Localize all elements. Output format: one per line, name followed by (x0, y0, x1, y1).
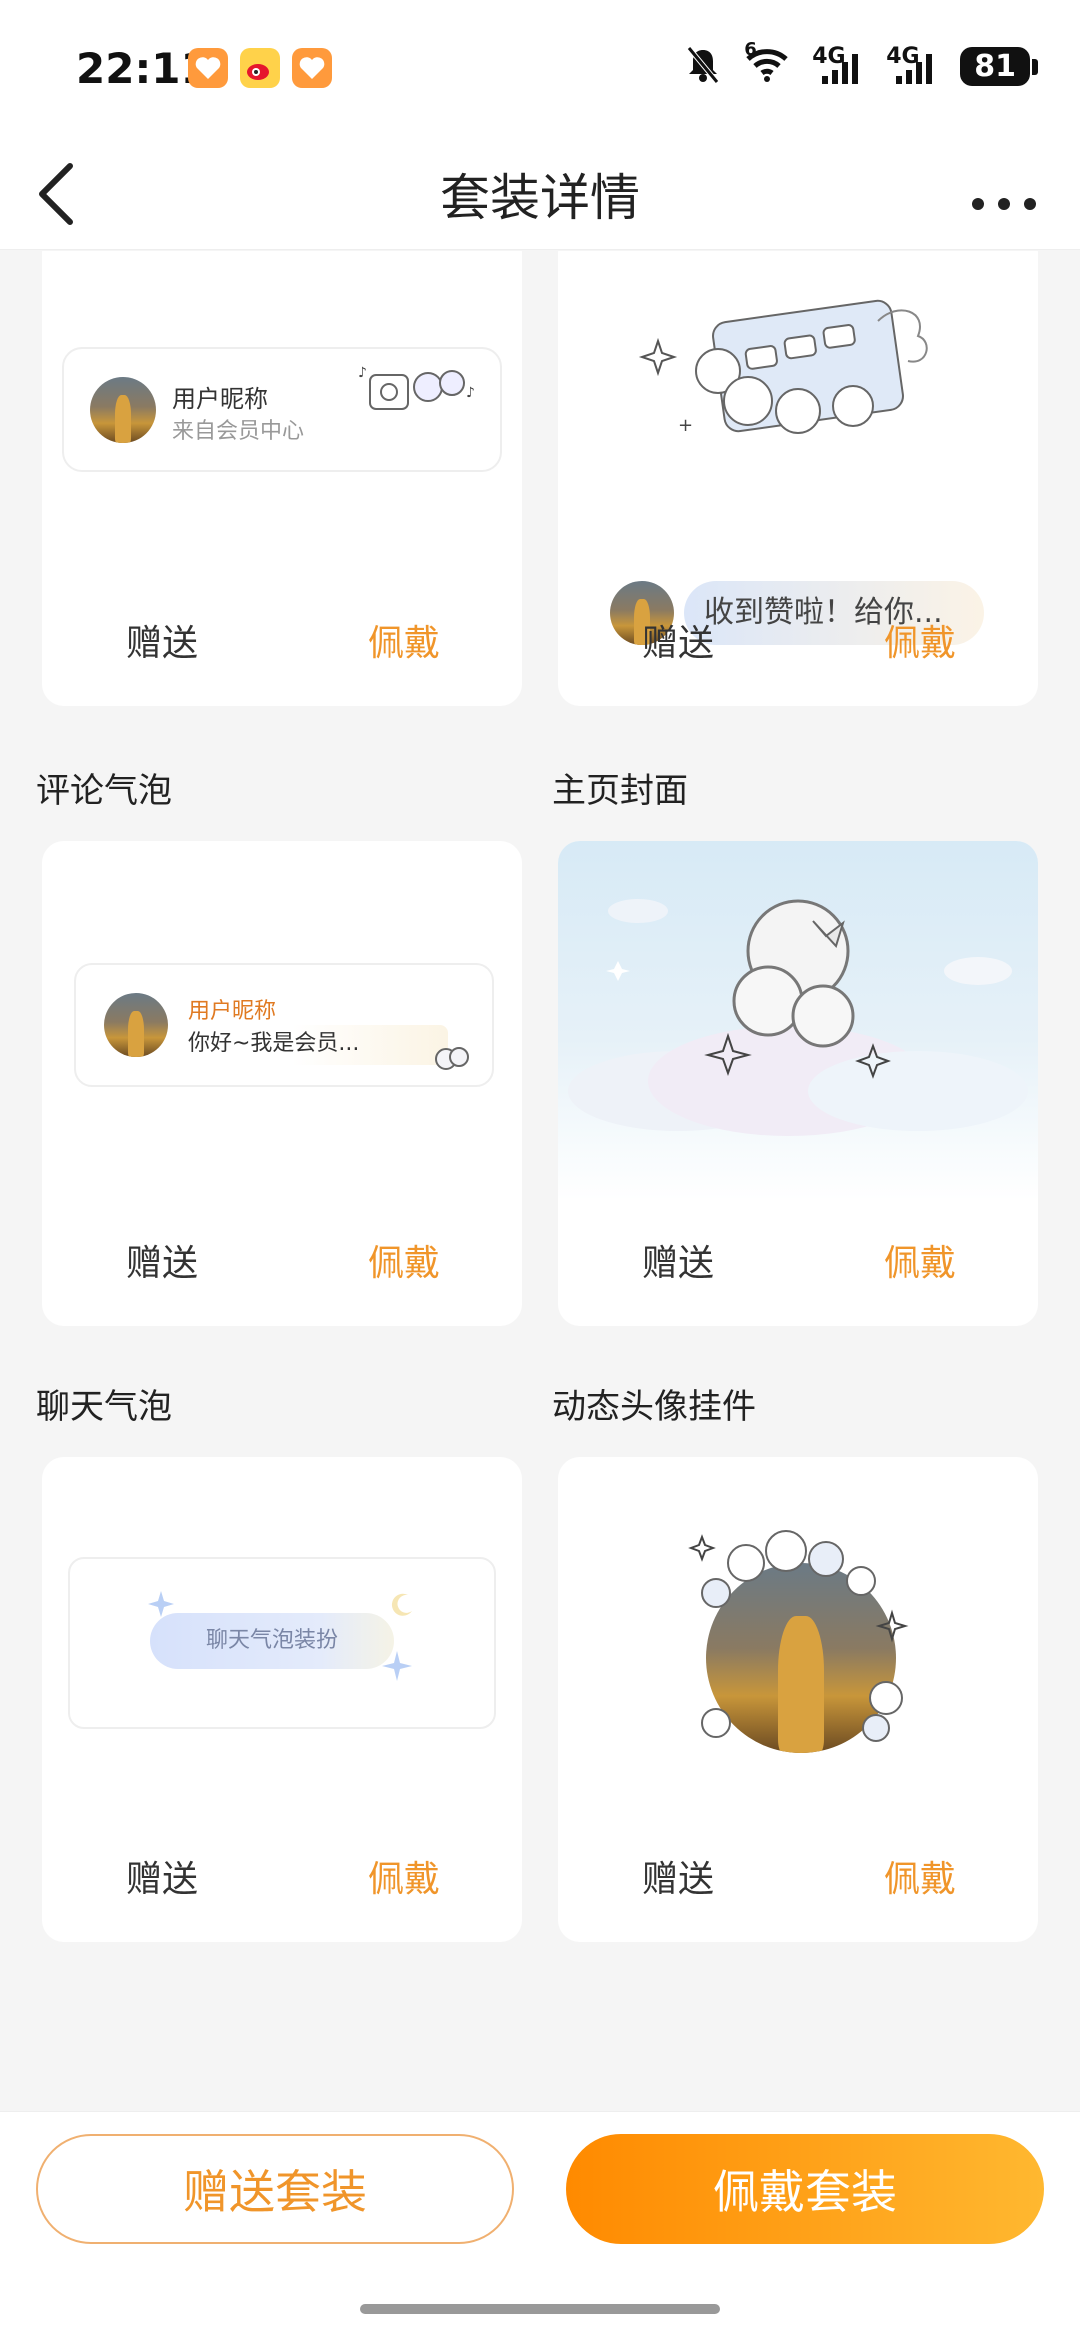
wear-button[interactable]: 佩戴 (368, 1234, 440, 1286)
svg-text:+: + (678, 415, 693, 436)
wear-button[interactable]: 佩戴 (368, 1850, 440, 1902)
weibo-icon (240, 48, 280, 88)
suite-item-card-home-cover: 赠送 佩戴 (558, 841, 1038, 1326)
card-actions: 赠送 佩戴 (558, 614, 1038, 670)
section-title-avatar-pendant: 动态头像挂件 (552, 1387, 756, 1427)
svg-text:♪: ♪ (466, 385, 475, 401)
gift-suite-button[interactable]: 赠送套装 (36, 2134, 514, 2244)
like-card-illustration: + (628, 281, 958, 461)
gift-button[interactable]: 赠送 (642, 1234, 714, 1286)
gift-button[interactable]: 赠送 (126, 1850, 198, 1902)
page-title: 套装详情 (440, 169, 640, 227)
nav-bar: 套装详情 (0, 140, 1080, 250)
profile-card-preview: 用户昵称 来自会员中心 ♪ ♪ (62, 347, 502, 472)
gift-button[interactable]: 赠送 (126, 614, 198, 666)
sparkle-icon (146, 1589, 176, 1619)
signal-icon: 4G (812, 46, 864, 86)
card-actions: 赠送 佩戴 (558, 1234, 1038, 1290)
card-actions: 赠送 佩戴 (42, 614, 522, 670)
card-actions: 赠送 佩戴 (42, 1850, 522, 1906)
wear-button[interactable]: 佩戴 (368, 614, 440, 666)
gift-button[interactable]: 赠送 (126, 1234, 198, 1286)
heart-app-icon (188, 48, 228, 88)
page: 22:11 6 4G 4G 81 套装详情 用户昵称 来自会员中心 ♪ ♪ 赠送… (0, 0, 1080, 2337)
section-title-home-cover: 主页封面 (552, 771, 688, 811)
suite-item-card: 用户昵称 来自会员中心 ♪ ♪ 赠送 佩戴 (42, 251, 522, 706)
decoration-sticker-icon (432, 1039, 472, 1075)
home-cover-image (558, 841, 1038, 1201)
battery-icon: 81 (960, 46, 1038, 86)
card-actions: 赠送 佩戴 (42, 1234, 522, 1290)
status-indicators: 6 4G 4G 81 (684, 41, 1038, 88)
wear-button[interactable]: 佩戴 (884, 1850, 956, 1902)
moon-icon (388, 1591, 416, 1619)
avatar (104, 993, 168, 1057)
wifi-icon: 6 (744, 41, 790, 87)
chat-bubble-sample: 聊天气泡装扮 (150, 1613, 394, 1669)
signal-icon: 4G (886, 46, 938, 86)
wear-button[interactable]: 佩戴 (884, 614, 956, 666)
comment-nickname: 用户昵称 (188, 999, 277, 1024)
suite-item-card-chat-bubble: 聊天气泡装扮 赠送 佩戴 (42, 1457, 522, 1942)
avatar-pendant-preview (686, 1523, 916, 1763)
bottom-action-bar: 赠送套装 佩戴套装 (0, 2111, 1080, 2337)
svg-text:♪: ♪ (358, 365, 367, 381)
more-dots-icon[interactable] (964, 162, 1044, 222)
mute-bell-icon (684, 44, 722, 88)
comment-bubble-preview: 用户昵称 你好~我是会员... (74, 963, 494, 1087)
wear-suite-button[interactable]: 佩戴套装 (566, 2134, 1044, 2244)
suite-item-card-avatar-pendant: 赠送 佩戴 (558, 1457, 1038, 1942)
heart-app-icon (292, 48, 332, 88)
section-title-chat-bubble: 聊天气泡 (36, 1387, 172, 1427)
card-actions: 赠送 佩戴 (558, 1850, 1038, 1906)
decoration-sticker-icon: ♪ ♪ (352, 357, 482, 417)
section-title-comment-bubble: 评论气泡 (36, 771, 172, 811)
comment-text: 你好~我是会员... (188, 1025, 448, 1065)
wifi-label: 6 (744, 39, 757, 60)
chat-bubble-preview: 聊天气泡装扮 (68, 1557, 496, 1729)
suite-item-card-comment-bubble: 用户昵称 你好~我是会员... 赠送 佩戴 (42, 841, 522, 1326)
wear-button[interactable]: 佩戴 (884, 1234, 956, 1286)
preview-nickname: 用户昵称 (172, 385, 268, 413)
suite-item-list[interactable]: 用户昵称 来自会员中心 ♪ ♪ 赠送 佩戴 + 收到赞啦！给你... 赠送 佩戴… (0, 251, 1080, 2111)
avatar (90, 377, 156, 443)
gift-button[interactable]: 赠送 (642, 1850, 714, 1902)
suite-item-card: + 收到赞啦！给你... 赠送 佩戴 (558, 251, 1038, 706)
gift-button[interactable]: 赠送 (642, 614, 714, 666)
preview-subtitle: 来自会员中心 (172, 419, 305, 444)
sparkle-icon (380, 1649, 414, 1683)
status-bar: 22:11 6 4G 4G 81 (0, 0, 1080, 140)
home-indicator[interactable] (360, 2304, 720, 2314)
